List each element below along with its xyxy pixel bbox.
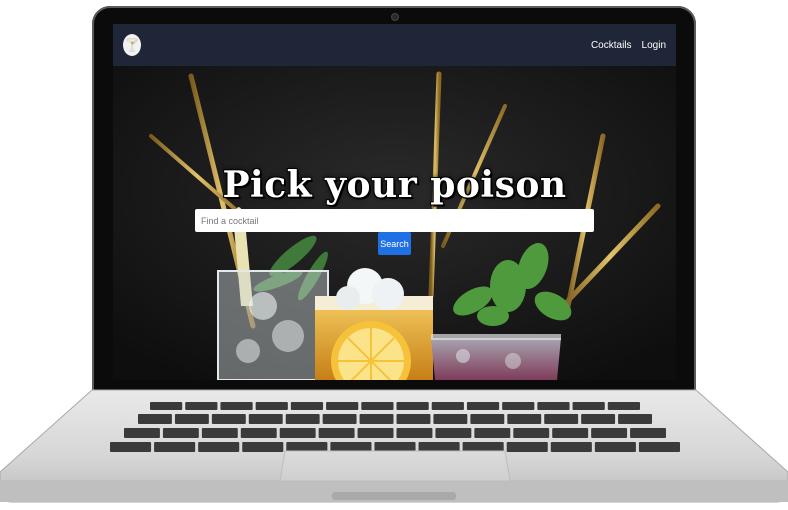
keyboard-key	[581, 414, 616, 424]
nav-link-login[interactable]: Login	[642, 40, 666, 51]
keyboard-key	[431, 402, 464, 410]
nav-links: Cocktails Login	[591, 40, 666, 51]
keyboard-key	[591, 428, 628, 438]
keyboard-key	[290, 402, 324, 410]
keyboard-key	[396, 402, 429, 410]
keyboard-key	[474, 428, 511, 438]
keyboard-key	[396, 428, 433, 438]
keyboard-key	[285, 414, 320, 424]
keyboard-key	[279, 428, 316, 438]
keyboard-key	[513, 428, 550, 438]
keyboard-key	[550, 442, 592, 452]
keyboard-key	[138, 414, 172, 424]
keyboard-key	[537, 402, 570, 410]
keyboard-key	[110, 442, 152, 452]
keyboard-key	[630, 428, 666, 438]
keyboard-key	[220, 402, 253, 410]
keyboard-key	[607, 402, 640, 410]
browser-screen: 🍸 Cocktails Login Pick your poison Find …	[113, 24, 676, 380]
keyboard-key	[435, 428, 472, 438]
keyboard-key	[359, 414, 394, 424]
keyboard-key	[201, 428, 238, 438]
keyboard-key	[572, 402, 605, 410]
keyboard-key	[506, 442, 548, 452]
keyboard-key	[594, 442, 636, 452]
page-title: Pick your poison	[222, 164, 567, 206]
keyboard-key	[318, 428, 355, 438]
keyboard-key	[552, 428, 589, 438]
keyboard-key	[162, 428, 199, 438]
keyboard-key	[470, 414, 505, 424]
keyboard-key	[198, 442, 240, 452]
search-button[interactable]: Search	[378, 232, 411, 255]
keyboard-key	[433, 414, 468, 424]
nav-link-cocktails[interactable]: Cocktails	[591, 40, 632, 51]
navbar: 🍸 Cocktails Login	[113, 24, 676, 66]
keyboard-key	[322, 414, 357, 424]
keyboard-key	[326, 402, 359, 410]
keyboard-key	[174, 414, 209, 424]
search-input[interactable]	[195, 209, 594, 232]
keyboard-key	[507, 414, 542, 424]
keyboard-key	[185, 402, 218, 410]
keyboard-key	[544, 414, 579, 424]
keyboard-key	[357, 428, 394, 438]
cocktail-glass-icon[interactable]: 🍸	[123, 34, 141, 56]
keyboard-key	[242, 442, 284, 452]
hero-section: Pick your poison Search	[113, 66, 676, 380]
keyboard-key	[618, 414, 652, 424]
keyboard-key	[211, 414, 246, 424]
keyboard-key	[240, 428, 277, 438]
keyboard-key	[361, 402, 394, 410]
keyboard-key	[154, 442, 196, 452]
keyboard-key	[255, 402, 288, 410]
keyboard-key	[150, 402, 183, 410]
keyboard-key	[638, 442, 680, 452]
keyboard-key	[248, 414, 283, 424]
keyboard-key	[502, 402, 535, 410]
keyboard-key	[124, 428, 160, 438]
keyboard-key	[396, 414, 431, 424]
keyboard-key	[466, 402, 500, 410]
